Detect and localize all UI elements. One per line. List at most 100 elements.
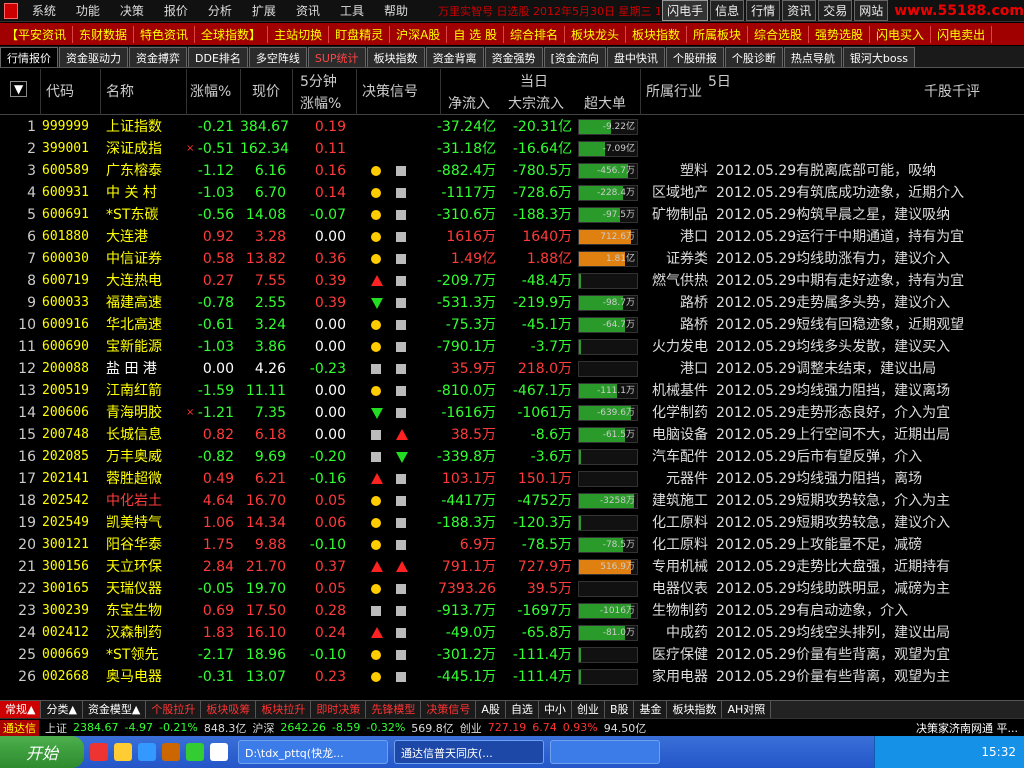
table-row[interactable]: 26 002668 奥马电器 -0.31 13.07 0.23 -445.1万 -111.4万… (0, 666, 1024, 688)
toolbar-button[interactable]: 板块指数 (626, 25, 687, 43)
sort-icon[interactable]: ▼ (10, 81, 28, 97)
view-tab[interactable]: 资金背离 (425, 47, 484, 67)
menu-item[interactable]: 扩展 (242, 2, 286, 19)
table-row[interactable]: 24 002412 汉森制药 1.83 16.10 0.24 -49.0万 -65.8万 -81… (0, 622, 1024, 644)
start-button[interactable]: 开始 (0, 736, 84, 768)
table-row[interactable]: 18 202542 中化岩土 4.64 16.70 0.05 -4417万 -4752万 -32… (0, 490, 1024, 512)
bottom-tab[interactable]: 资金模型▲ (82, 701, 147, 718)
table-row[interactable]: 12 200088 盐 田 港 0.00 4.26 -0.23 35.9万 218.0万 港口 2… (0, 358, 1024, 380)
table-row[interactable]: 10 600916 华北高速 -0.61 3.24 0.00 -75.3万 -45.1万 -64… (0, 314, 1024, 336)
toolbar-button[interactable]: 特色资讯 (134, 25, 196, 43)
menu-item[interactable]: 帮助 (374, 2, 418, 19)
table-row[interactable]: 15 200748 长城信息 0.82 6.18 0.00 38.5万 -8.6万 -61.5万… (0, 424, 1024, 446)
site-link[interactable]: www.55188.com (894, 3, 1024, 19)
view-tab[interactable]: 热点导航 (783, 47, 842, 67)
menu-item[interactable]: 决策 (110, 2, 154, 19)
quicklaunch-icon[interactable] (114, 743, 132, 761)
col-super[interactable]: 超大单 (584, 93, 626, 113)
col-change[interactable]: 涨幅% (190, 81, 231, 101)
table-row[interactable]: 13 200519 江南红箭 -1.59 11.11 0.00 -810.0万 -467.1万… (0, 380, 1024, 402)
toolbar-button[interactable]: 强势选股 (809, 25, 871, 43)
view-tab[interactable]: 行情报价 (0, 47, 58, 67)
table-row[interactable]: 23 300239 东宝生物 0.69 17.50 0.28 -913.7万 -1697万 -1… (0, 600, 1024, 622)
table-row[interactable]: 7 600030 中信证券 0.58 13.82 0.36 1.49亿 1.88亿 1.81亿 证… (0, 248, 1024, 270)
bottom-tab[interactable]: B股 (604, 701, 635, 718)
toolbar-button[interactable]: 全球指数】 (195, 25, 269, 43)
bottom-tab[interactable]: 先锋模型 (366, 701, 422, 718)
view-tab[interactable]: 多空阵线 (248, 47, 307, 67)
table-row[interactable]: 1 999999 上证指数 -0.21 384.67 0.19 -37.24亿 -20.31亿… (0, 116, 1024, 138)
menu-right-button[interactable]: 资讯 (782, 0, 817, 21)
col-comment[interactable]: 千股千评 (924, 81, 980, 101)
col-5min-bottom[interactable]: 涨幅% (300, 93, 341, 113)
view-tab[interactable]: 个股诊断 (724, 47, 783, 67)
toolbar-button[interactable]: 东财数据 (73, 25, 135, 43)
table-row[interactable]: 8 600719 大连热电 0.27 7.55 0.39 -209.7万 -48.4万 燃气供热… (0, 270, 1024, 292)
view-tab[interactable]: SUP统计 (307, 47, 366, 67)
col-signal[interactable]: 决策信号 (362, 81, 418, 101)
menu-item[interactable]: 资讯 (286, 2, 330, 19)
view-tab[interactable]: [资金流向 (543, 47, 606, 67)
table-row[interactable]: 6 601880 大连港 0.92 3.28 0.00 1616万 1640万 712.6万 港口… (0, 226, 1024, 248)
view-tab[interactable]: 银河大boss (842, 47, 916, 67)
table-row[interactable]: 19 202549 凯美特气 1.06 14.34 0.06 -188.3万 -120.3万 化… (0, 512, 1024, 534)
bottom-tab[interactable]: 板块指数 (667, 701, 723, 718)
bottom-tab[interactable]: 基金 (634, 701, 668, 718)
menu-item[interactable]: 分析 (198, 2, 242, 19)
table-row[interactable]: 17 202141 蓉胜超微 0.49 6.21 -0.16 103.1万 150.1万 元器件… (0, 468, 1024, 490)
bottom-tab[interactable]: AH对照 (722, 701, 772, 718)
col-name[interactable]: 名称 (106, 81, 134, 101)
menu-right-button[interactable]: 交易 (818, 0, 853, 21)
table-row[interactable]: 20 300121 阳谷华泰 1.75 9.88 -0.10 6.9万 -78.5万 -78.5… (0, 534, 1024, 556)
table-row[interactable]: 21 300156 天立环保 2.84 21.70 0.37 791.1万 727.9万 516… (0, 556, 1024, 578)
menu-right-button[interactable]: 网站 (854, 0, 889, 21)
col-industry[interactable]: 所属行业 (646, 81, 702, 101)
quicklaunch-icon[interactable] (90, 743, 108, 761)
bottom-tab[interactable]: 个股拉升 (146, 701, 202, 718)
table-row[interactable]: 22 300165 天瑞仪器 -0.05 19.70 0.05 7393.26 39.5万 电器… (0, 578, 1024, 600)
bottom-tab[interactable]: 自选 (505, 701, 539, 718)
table-row[interactable]: 5 600691 *ST东碳 -0.56 14.08 -0.07 -310.6万 -188.3… (0, 204, 1024, 226)
table-row[interactable]: 3 600589 广东榕泰 -1.12 6.16 0.16 -882.4万 -780.5万 -4… (0, 160, 1024, 182)
table-row[interactable]: 25 000669 *ST领先 -2.17 18.96 -0.10 -301.2万 -111.… (0, 644, 1024, 666)
toolbar-button[interactable]: 板块龙头 (565, 25, 626, 43)
view-tab[interactable]: DDE排名 (188, 47, 248, 67)
menu-right-button[interactable]: 闪电手 (662, 0, 709, 21)
task-tdx[interactable]: 通达信普天同庆(... (394, 740, 544, 764)
toolbar-button[interactable]: 闪电买入 (870, 25, 932, 43)
menu-item[interactable]: 系统 (22, 2, 66, 19)
col-5min-top[interactable]: 5分钟 (300, 71, 337, 91)
view-tab[interactable]: 资金驱动力 (59, 47, 128, 67)
table-row[interactable]: 4 600931 中 关 村 -1.03 6.70 0.14 -1117万 -728.6万 -2… (0, 182, 1024, 204)
table-row[interactable]: 11 600690 宝新能源 -1.03 3.86 0.00 -790.1万 -3.7万 火力发… (0, 336, 1024, 358)
table-row[interactable]: 16 202085 万丰奥威 -0.82 9.69 -0.20 -339.8万 -3.6万 汽车… (0, 446, 1024, 468)
toolbar-button[interactable]: 闪电卖出 (931, 25, 993, 43)
bottom-tab[interactable]: 板块拉升 (256, 701, 312, 718)
toolbar-button[interactable]: 沪深A股 (390, 25, 448, 43)
table-row[interactable]: 2 399001 深证成指 × -0.51 162.34 0.11 -31.18亿 -16.64… (0, 138, 1024, 160)
view-tab[interactable]: 资金搏弈 (129, 47, 187, 67)
col-price[interactable]: 现价 (252, 81, 280, 101)
quicklaunch-icon[interactable] (138, 743, 156, 761)
bottom-tab[interactable]: 决策信号 (421, 701, 477, 718)
view-tab[interactable]: 板块指数 (366, 47, 425, 67)
toolbar-button[interactable]: 综合选股 (748, 25, 810, 43)
task-explorer[interactable]: D:\tdx_pttq(快龙... (238, 740, 388, 764)
bottom-tab[interactable]: 常规▲ (0, 701, 42, 718)
bottom-tab[interactable]: A股 (476, 701, 506, 718)
bottom-tab[interactable]: 创业 (571, 701, 605, 718)
col-net-inflow[interactable]: 净流入 (448, 93, 490, 113)
toolbar-button[interactable]: 主站切换 (268, 25, 330, 43)
col-block-inflow[interactable]: 大宗流入 (508, 93, 564, 113)
menu-item[interactable]: 工具 (330, 2, 374, 19)
quicklaunch-icon[interactable] (186, 743, 204, 761)
bottom-tab[interactable]: 分类▲ (41, 701, 83, 718)
menu-item[interactable]: 报价 (154, 2, 198, 19)
quicklaunch-icon[interactable] (162, 743, 180, 761)
menu-right-button[interactable]: 行情 (746, 0, 781, 21)
toolbar-button[interactable]: 综合排名 (504, 25, 565, 43)
toolbar-button[interactable]: 盯盘精灵 (329, 25, 391, 43)
bottom-tab[interactable]: 中小 (538, 701, 572, 718)
menu-right-button[interactable]: 信息 (710, 0, 745, 21)
bottom-tab[interactable]: 即时决策 (311, 701, 367, 718)
